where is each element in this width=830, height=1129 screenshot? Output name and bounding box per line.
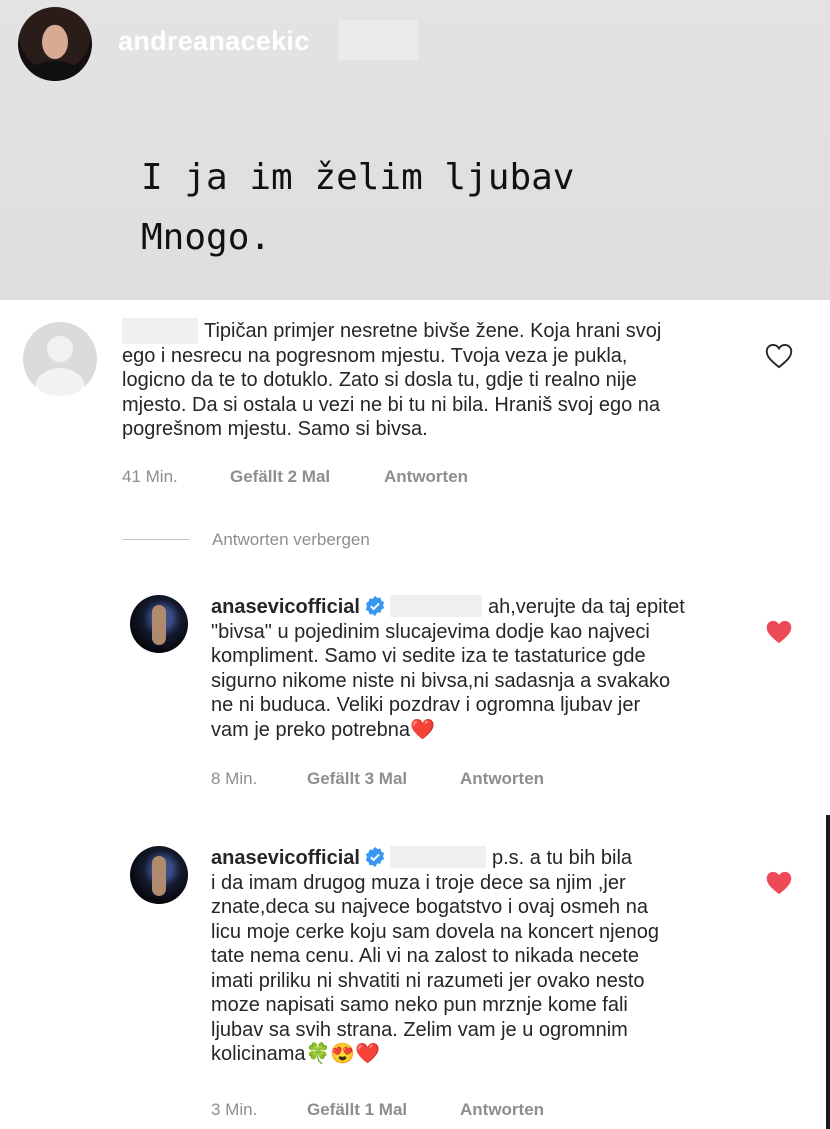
reply-line: ne ni buduca. Veliki pozdrav i ogromna l… xyxy=(211,694,641,716)
comment-line: logicno da te to dotuklo. Zato si dosla … xyxy=(122,369,637,391)
likes-count: Gefällt 2 Mal xyxy=(230,467,331,486)
reply-line: imati priliku ni shvatiti ni razumeti je… xyxy=(211,969,645,992)
reply-first-line: anasevicofficial p.s. a tu bih bila xyxy=(211,846,771,871)
reply-username[interactable]: anasevicofficial xyxy=(211,847,360,869)
comment-line: ego i nesrecu na pogresnom mjestu. Tvoja… xyxy=(122,344,628,367)
reply-username[interactable]: anasevicofficial xyxy=(211,596,360,618)
reply-line: kolicinama🍀😍❤️ xyxy=(211,1043,381,1065)
heart-outline-icon[interactable] xyxy=(765,343,793,369)
comment-line: mjesto. Da si ostala u vezi ne bi tu ni … xyxy=(122,393,661,416)
reply-line: ljubav sa svih strana. Zelim vam je u og… xyxy=(211,1018,628,1041)
story-caption: I ja im želim ljubav Mnogo. xyxy=(141,148,574,268)
reply-text: anasevicofficial p.s. a tu bih bila i da … xyxy=(211,846,771,1067)
reply-time: 8 Min. xyxy=(211,769,258,788)
reply-label: Antworten xyxy=(384,467,469,486)
avatar-figure xyxy=(152,605,166,645)
avatar-head xyxy=(47,336,73,362)
reply-line: tate nema cenu. Ali vi na zalost to nika… xyxy=(211,945,640,967)
reply-line: znate,deca su najvece bogatstvo i ovaj o… xyxy=(211,896,648,918)
redacted-box xyxy=(338,20,418,60)
scrollbar[interactable] xyxy=(826,815,830,1129)
likes-count: Gefällt 3 Mal xyxy=(307,769,408,788)
reply-text: anasevicofficial ah,verujte da taj epitet… xyxy=(211,595,771,742)
likes-count: Gefällt 1 Mal xyxy=(307,1100,408,1119)
reply-first-line: anasevicofficial ah,verujte da taj epitet xyxy=(211,595,771,620)
reply-label: Antworten xyxy=(460,1100,545,1119)
redacted-mention xyxy=(389,846,486,868)
avatar-shoulders xyxy=(35,368,85,396)
comment-avatar[interactable] xyxy=(23,322,97,396)
story-panel: andreanacekic I ja im želim ljubav Mnogo… xyxy=(0,0,830,300)
comment-meta: 41 Min. xyxy=(122,467,178,487)
story-username[interactable]: andreanacekic xyxy=(118,26,310,57)
redacted-mention xyxy=(389,595,482,617)
reply-avatar[interactable] xyxy=(130,846,188,904)
story-avatar[interactable] xyxy=(18,7,92,81)
reply-line: "bivsa" u pojedinim slucajevima dodje ka… xyxy=(211,620,650,643)
reply-line: licu moje cerke koju sam dovela na konce… xyxy=(211,920,660,943)
reply-line: moze napisati samo neko pun mrznje kome … xyxy=(211,994,628,1016)
reply-button[interactable]: Antworten xyxy=(460,769,544,789)
reply-button[interactable]: Antworten xyxy=(384,467,468,487)
avatar-body xyxy=(28,61,82,81)
reply-likes[interactable]: Gefällt 1 Mal xyxy=(307,1100,407,1120)
reply-avatar[interactable] xyxy=(130,595,188,653)
hide-replies-button[interactable]: Antworten verbergen xyxy=(212,530,370,550)
reply-line: ah,verujte da taj epitet xyxy=(487,596,685,618)
comment-time: 41 Min. xyxy=(122,467,178,486)
reply-button[interactable]: Antworten xyxy=(460,1100,544,1120)
verified-badge-icon xyxy=(365,846,385,868)
story-caption-line2: Mnogo. xyxy=(141,217,272,258)
reply-time: 3 Min. xyxy=(211,1100,258,1119)
reply-line: p.s. a tu bih bila xyxy=(491,847,633,869)
comment-text: Tipičan primjer nesretne bivše žene. Koj… xyxy=(122,319,762,442)
heart-filled-icon[interactable] xyxy=(765,870,793,896)
verified-badge-icon xyxy=(365,595,385,617)
comment-likes[interactable]: Gefällt 2 Mal xyxy=(230,467,330,487)
reply-line: vam je preko potrebna❤️ xyxy=(211,718,435,741)
reply-line: kompliment. Samo vi sedite iza te tastat… xyxy=(211,645,646,667)
reply-line: sigurno nikome niste ni bivsa,ni sadasnj… xyxy=(211,669,671,692)
avatar-figure xyxy=(152,856,166,896)
story-caption-line1: I ja im želim ljubav xyxy=(141,157,575,198)
divider-line xyxy=(122,539,190,540)
comment-line: Tipičan primjer nesretne bivše žene. Koj… xyxy=(204,320,662,342)
reply-label: Antworten xyxy=(460,769,545,788)
heart-filled-icon[interactable] xyxy=(765,619,793,645)
avatar-face xyxy=(42,25,68,59)
reply-likes[interactable]: Gefällt 3 Mal xyxy=(307,769,407,789)
comment-line: pogrešnom mjestu. Samo si bivsa. xyxy=(122,418,428,440)
reply-line: i da imam drugog muza i troje dece sa nj… xyxy=(211,871,626,894)
